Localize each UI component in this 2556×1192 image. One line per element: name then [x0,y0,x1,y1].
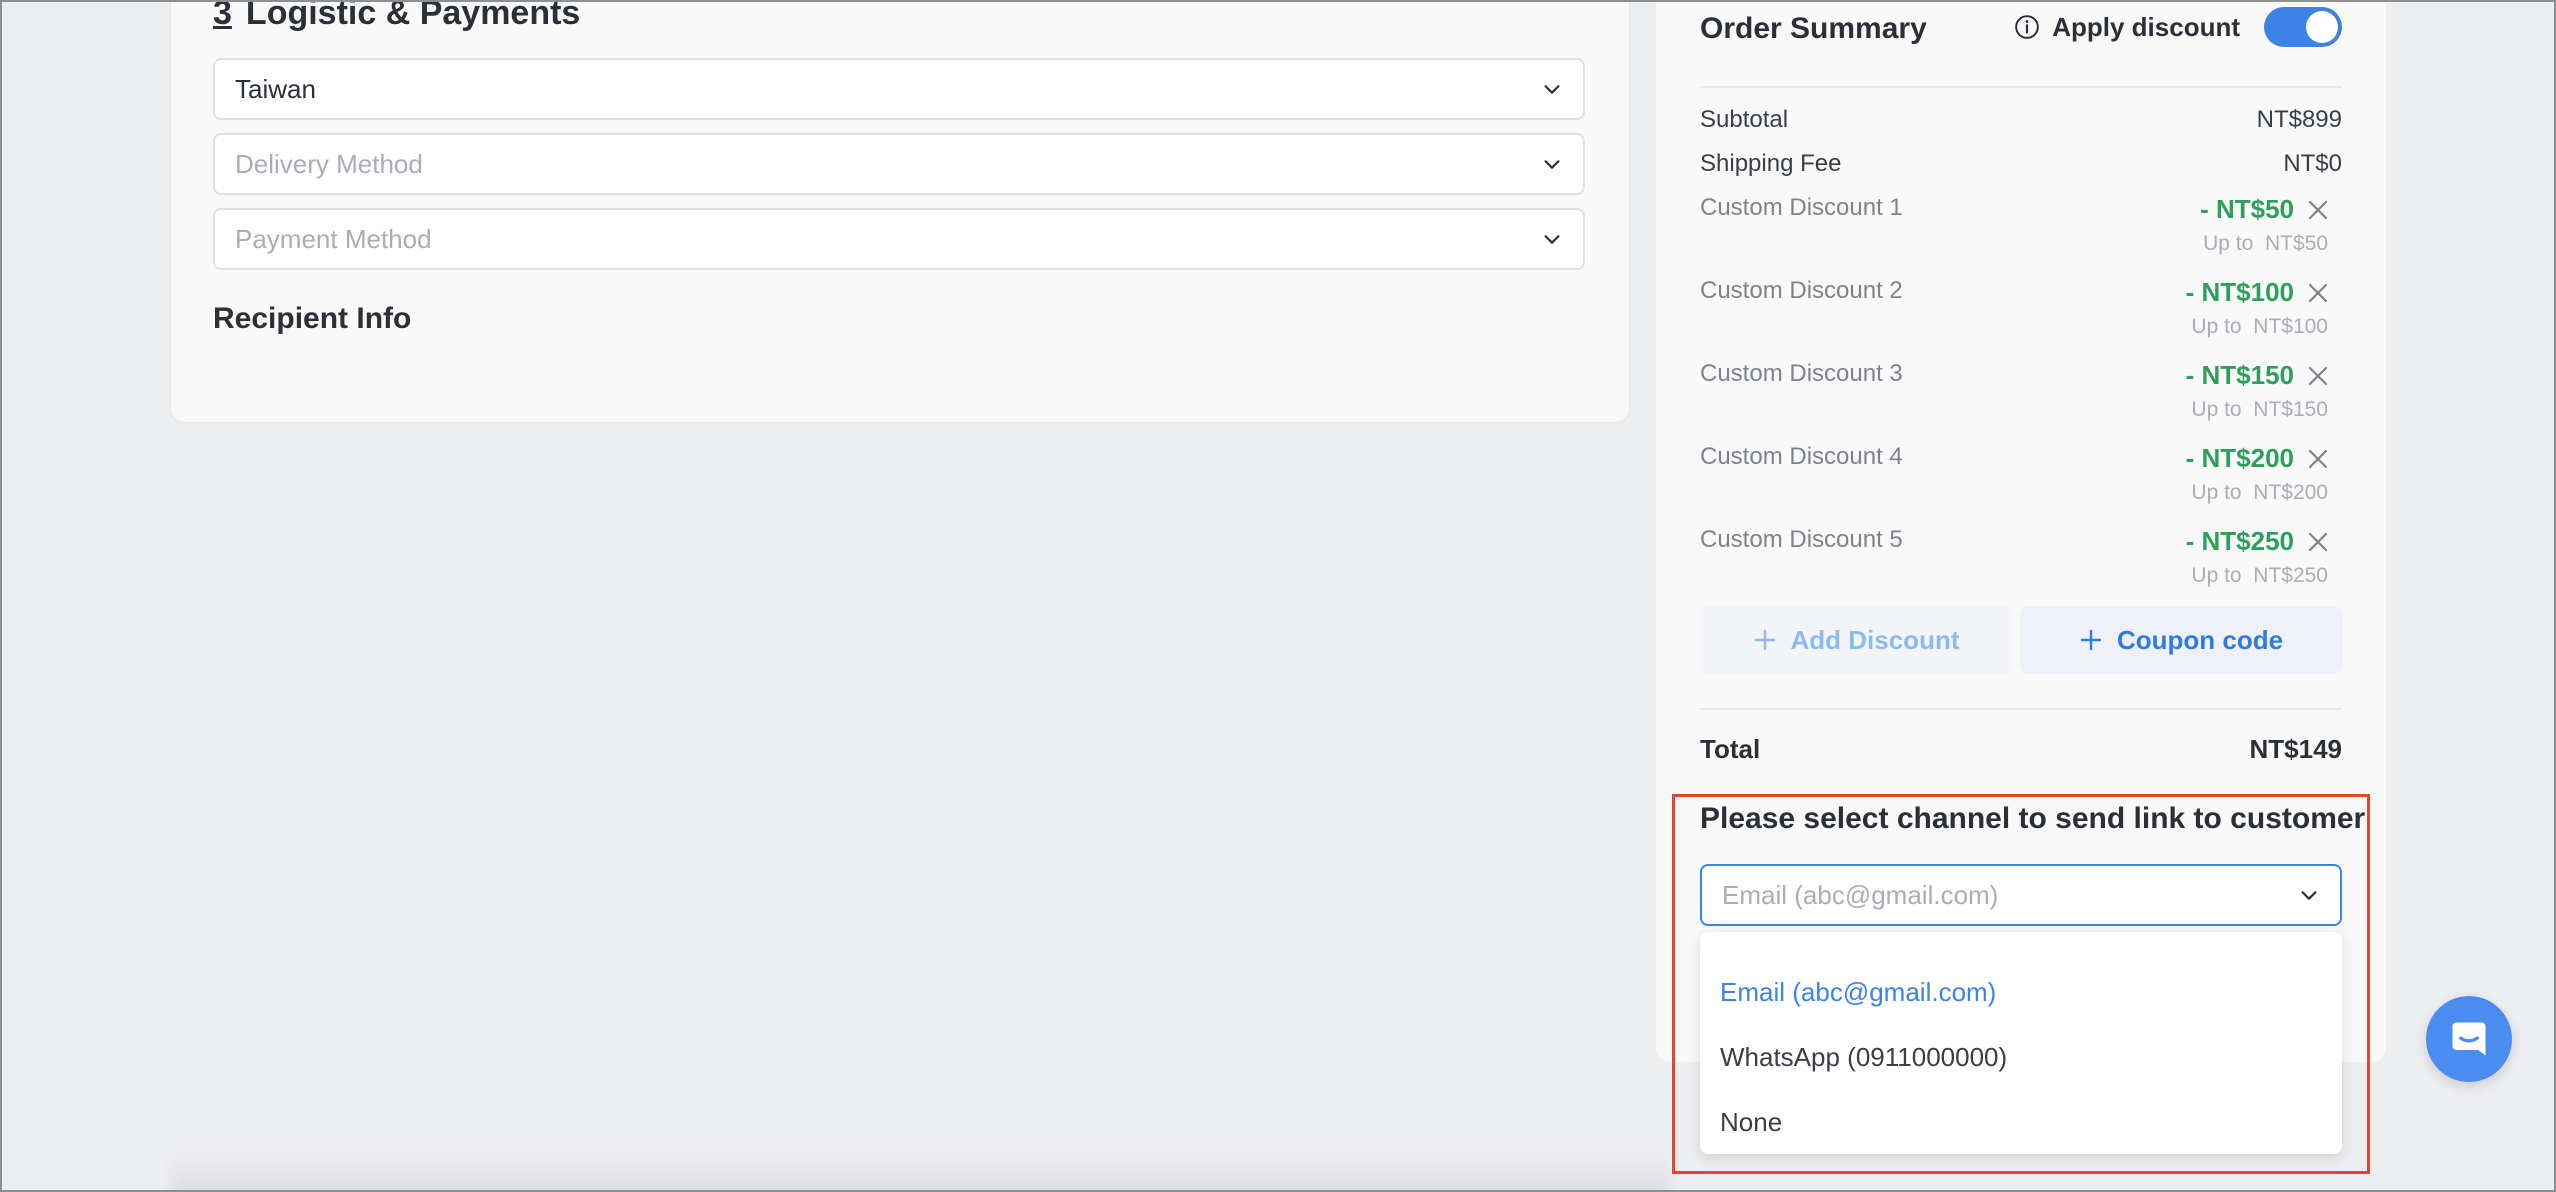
total-row: Total NT$149 [1700,734,2342,765]
coupon-code-button[interactable]: Coupon code [2020,606,2342,674]
close-icon[interactable] [2306,364,2330,388]
close-icon[interactable] [2306,530,2330,554]
discount-row: Custom Discount 5 - NT$250 Up to NT$250 [1700,526,2342,596]
discount-name: Custom Discount 2 [1700,277,1903,304]
bottom-shadow [171,1150,1671,1192]
channel-select[interactable]: Email (abc@gmail.com) [1700,864,2342,926]
upto-label: Up to [2203,232,2254,255]
upto-label: Up to [2191,315,2242,338]
discount-row: Custom Discount 3 - NT$150 Up to NT$150 [1700,360,2342,430]
upto-label: Up to [2191,398,2242,421]
upto-value: NT$200 [2253,481,2328,504]
order-summary-card: Order Summary Apply discount Subtotal NT… [1656,0,2386,1062]
recipient-info-title: Recipient Info [213,302,412,335]
discount-row: Custom Discount 1 - NT$50 Up to NT$50 [1700,194,2342,264]
divider [1700,86,2342,88]
discount-amount: - NT$50 [2200,194,2294,224]
delivery-method-placeholder: Delivery Method [235,148,423,179]
discount-upto: Up to NT$250 [2191,564,2328,588]
chat-launcher-button[interactable] [2426,996,2512,1082]
upto-value: NT$100 [2253,315,2328,338]
info-icon[interactable] [2014,14,2040,40]
channel-option-none[interactable]: None [1700,1090,2342,1155]
discount-upto: Up to NT$50 [2203,232,2328,256]
upto-label: Up to [2191,564,2242,587]
upto-value: NT$50 [2264,232,2328,255]
close-icon[interactable] [2306,447,2330,471]
discount-upto: Up to NT$200 [2191,481,2328,505]
shipping-label: Shipping Fee [1700,150,1842,177]
chevron-down-icon [1544,235,1560,244]
country-select[interactable]: Taiwan [213,58,1585,120]
toggle-knob [2306,11,2338,43]
discount-name: Custom Discount 3 [1700,360,1903,387]
upto-label: Up to [2191,481,2242,504]
coupon-code-label: Coupon code [2116,624,2284,655]
apply-discount-label: Apply discount [2052,11,2240,42]
subtotal-row: Subtotal NT$899 [1700,106,2342,134]
order-summary-title: Order Summary [1700,12,1927,45]
logistics-title-text: Logistic & Payments [245,0,581,32]
subtotal-value: NT$899 [2256,106,2342,133]
channel-option-whatsapp[interactable]: WhatsApp (0911000000) [1700,1025,2342,1090]
discount-upto: Up to NT$150 [2191,398,2328,422]
discount-amount: - NT$200 [2185,443,2294,473]
channel-option-email[interactable]: Email (abc@gmail.com) [1700,960,2342,1025]
discount-row: Custom Discount 4 - NT$200 Up to NT$200 [1700,443,2342,513]
logistics-card: 3 Logistic & Payments Taiwan Delivery Me… [171,0,1629,422]
chevron-down-icon [2301,891,2317,900]
chat-icon [2452,1022,2486,1056]
channel-select-placeholder: Email (abc@gmail.com) [1722,879,1999,910]
close-icon[interactable] [2306,198,2330,222]
shipping-value: NT$0 [2283,150,2342,177]
logistics-section-title: 3 Logistic & Payments [213,0,580,32]
discount-name: Custom Discount 5 [1700,526,1903,553]
close-icon[interactable] [2306,281,2330,305]
shipping-row: Shipping Fee NT$0 [1700,150,2342,178]
upto-value: NT$150 [2253,398,2328,421]
channel-title: Please select channel to send link to cu… [1700,802,2366,835]
section-number: 3 [213,0,232,32]
payment-method-select[interactable]: Payment Method [213,208,1585,270]
subtotal-label: Subtotal [1700,106,1789,133]
total-value: NT$149 [2249,734,2343,764]
divider [1700,708,2342,710]
chevron-down-icon [1544,160,1560,169]
discount-name: Custom Discount 4 [1700,443,1903,470]
discount-amount: - NT$100 [2185,277,2294,307]
apply-discount-control: Apply discount [2014,6,2342,48]
channel-dropdown-menu: Email (abc@gmail.com) WhatsApp (09110000… [1700,932,2342,1154]
discount-name: Custom Discount 1 [1700,194,1903,221]
chevron-down-icon [1544,85,1560,94]
total-label: Total [1700,734,1761,764]
add-discount-button[interactable]: Add Discount [1700,606,2012,674]
plus-icon [1754,629,1775,651]
discount-amount: - NT$250 [2185,526,2294,556]
upto-value: NT$250 [2253,564,2328,587]
add-discount-label: Add Discount [1790,624,1960,655]
delivery-method-select[interactable]: Delivery Method [213,133,1585,195]
payment-method-placeholder: Payment Method [235,223,432,254]
country-select-value: Taiwan [235,73,316,104]
discount-amount: - NT$150 [2185,360,2294,390]
plus-icon [2080,629,2102,651]
apply-discount-toggle[interactable] [2264,7,2342,47]
discount-upto: Up to NT$100 [2191,315,2328,339]
discount-row: Custom Discount 2 - NT$100 Up to NT$100 [1700,277,2342,347]
